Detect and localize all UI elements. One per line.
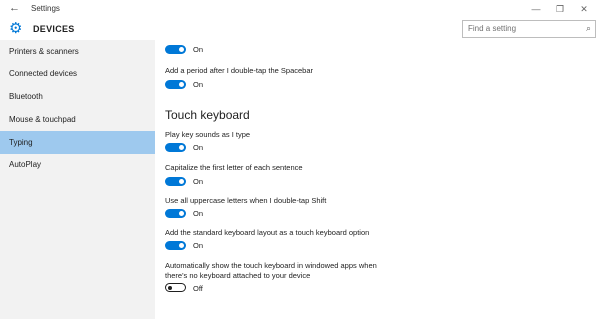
gear-icon: ⚙ bbox=[9, 20, 23, 37]
toggle-state: On bbox=[193, 143, 204, 152]
page-title: DEVICES bbox=[33, 24, 75, 34]
setting-label-capitalize: Capitalize the first letter of each sent… bbox=[165, 163, 303, 172]
toggle-state: On bbox=[193, 80, 204, 89]
toggle-state: On bbox=[193, 241, 204, 250]
toggle-state: On bbox=[193, 209, 204, 218]
toggle-key-sounds[interactable] bbox=[165, 143, 186, 152]
setting-label-auto-show-line2: there's no keyboard attached to your dev… bbox=[165, 271, 311, 280]
window-title: Settings bbox=[31, 4, 60, 13]
main-content: On Add a period after I double-tap the S… bbox=[155, 40, 596, 319]
sidebar-item-mouse-touchpad[interactable]: Mouse & touchpad bbox=[0, 108, 155, 131]
minimize-button[interactable]: — bbox=[524, 0, 548, 18]
setting-label-standard-layout: Add the standard keyboard layout as a to… bbox=[165, 228, 370, 237]
toggle-uppercase[interactable] bbox=[165, 209, 186, 218]
sidebar-item-typing[interactable]: Typing bbox=[0, 131, 155, 154]
search-input[interactable]: Find a setting ⌕ bbox=[462, 20, 596, 38]
toggle-add-period[interactable] bbox=[165, 80, 186, 89]
toggle-standard-layout[interactable] bbox=[165, 241, 186, 250]
title-bar: ← Settings — ❐ ✕ bbox=[0, 0, 596, 18]
setting-label-add-period: Add a period after I double-tap the Spac… bbox=[165, 66, 314, 75]
sidebar-item-connected-devices[interactable]: Connected devices bbox=[0, 62, 155, 85]
setting-label-key-sounds: Play key sounds as I type bbox=[165, 130, 251, 139]
search-icon[interactable]: ⌕ bbox=[586, 23, 591, 34]
toggle-capitalize[interactable] bbox=[165, 177, 186, 186]
toggle-state: On bbox=[193, 45, 204, 54]
section-heading-touch-keyboard: Touch keyboard bbox=[165, 108, 250, 122]
sidebar-item-bluetooth[interactable]: Bluetooth bbox=[0, 85, 155, 108]
sidebar-item-printers-scanners[interactable]: Printers & scanners bbox=[0, 40, 155, 63]
window-controls: — ❐ ✕ bbox=[524, 0, 596, 18]
back-arrow-icon[interactable]: ← bbox=[9, 2, 20, 14]
toggle-partially-visible-setting[interactable] bbox=[165, 45, 186, 54]
setting-label-uppercase: Use all uppercase letters when I double-… bbox=[165, 196, 327, 205]
page-header: ⚙ DEVICES Find a setting ⌕ bbox=[0, 18, 596, 40]
toggle-state: On bbox=[193, 177, 204, 186]
setting-label-auto-show-line1: Automatically show the touch keyboard in… bbox=[165, 261, 377, 270]
toggle-state: Off bbox=[193, 284, 203, 293]
search-placeholder: Find a setting bbox=[468, 24, 517, 33]
sidebar-item-autoplay[interactable]: AutoPlay bbox=[0, 153, 155, 176]
toggle-auto-show[interactable] bbox=[165, 283, 186, 292]
sidebar: Printers & scanners Connected devices Bl… bbox=[0, 40, 155, 319]
close-button[interactable]: ✕ bbox=[572, 0, 596, 18]
maximize-button[interactable]: ❐ bbox=[548, 0, 572, 18]
